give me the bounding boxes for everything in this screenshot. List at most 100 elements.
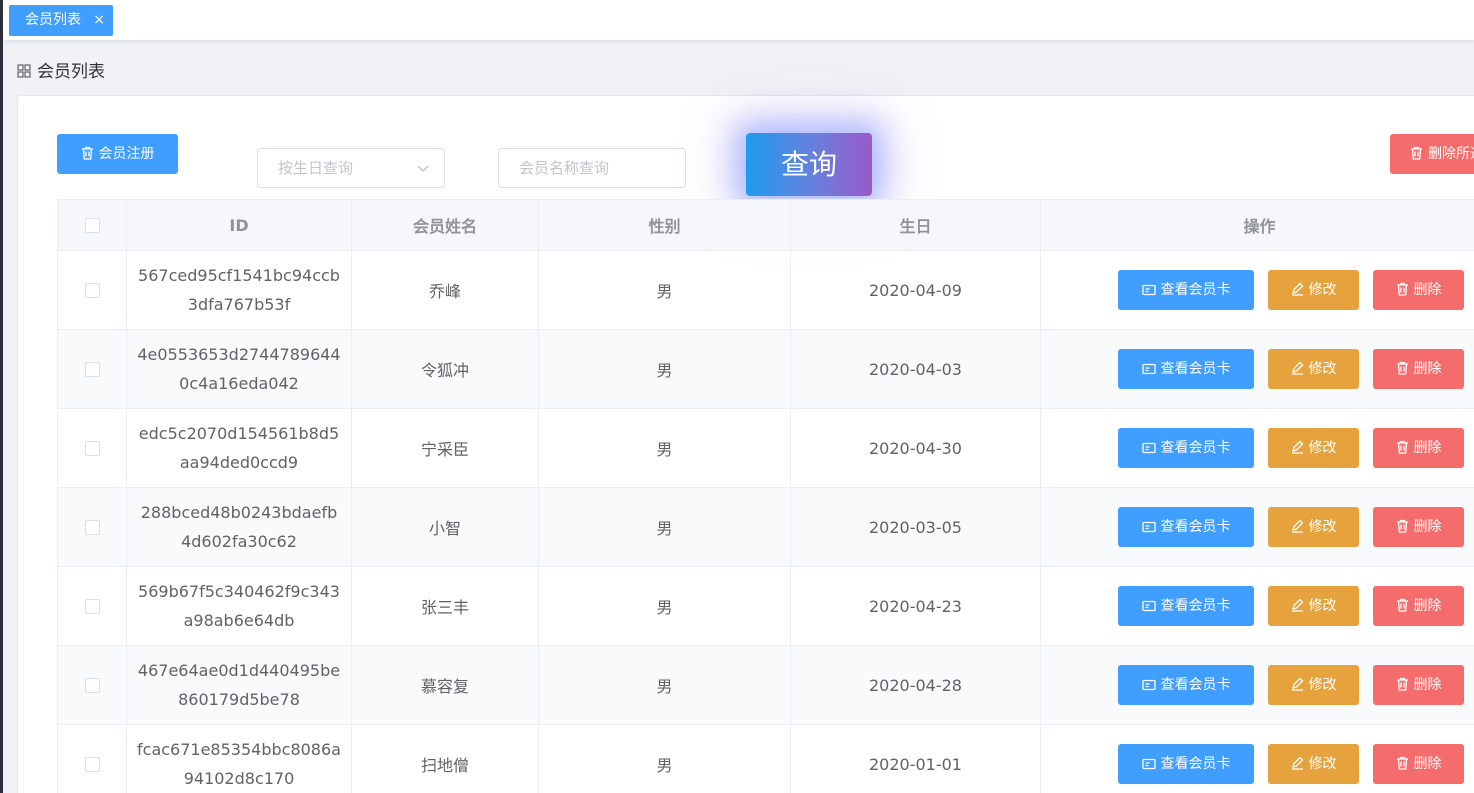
card-icon xyxy=(1141,521,1156,533)
view-member-card-button[interactable]: 查看会员卡 xyxy=(1118,665,1254,705)
edit-button[interactable]: 修改 xyxy=(1268,428,1359,468)
chevron-down-icon xyxy=(417,165,429,173)
table-header-row: ID 会员姓名 性别 生日 操作 xyxy=(58,200,1474,251)
table-row: fcac671e85354bbc8086a94102d8c170 扫地僧 男 2… xyxy=(58,725,1474,793)
row-checkbox[interactable] xyxy=(84,677,100,693)
table-row: 467e64ae0d1d440495be860179d5be78 慕容复 男 2… xyxy=(58,646,1474,725)
view-member-card-button[interactable]: 查看会员卡 xyxy=(1118,270,1254,310)
column-header-birthday[interactable]: 生日 xyxy=(791,200,1041,250)
row-select-cell xyxy=(58,567,127,645)
row-actions: 查看会员卡 修改 删除 xyxy=(1041,646,1474,724)
member-name-search-input[interactable] xyxy=(498,148,686,188)
trash-icon xyxy=(1396,598,1408,612)
column-header-name[interactable]: 会员姓名 xyxy=(352,200,539,250)
edit-button[interactable]: 修改 xyxy=(1268,665,1359,705)
trash-icon xyxy=(1396,440,1408,454)
row-select-cell xyxy=(58,646,127,724)
row-checkbox[interactable] xyxy=(84,361,100,377)
select-all-checkbox[interactable] xyxy=(84,217,100,233)
trash-icon xyxy=(1396,677,1408,691)
card-icon xyxy=(1141,363,1156,375)
member-gender: 男 xyxy=(539,567,791,645)
member-gender: 男 xyxy=(539,330,791,408)
member-id: 4e0553653d27447896440c4a16eda042 xyxy=(127,330,352,408)
member-id: 288bced48b0243bdaefb4d602fa30c62 xyxy=(127,488,352,566)
query-button[interactable]: 查询 xyxy=(746,133,872,196)
row-select-cell xyxy=(58,330,127,408)
card-icon xyxy=(1141,758,1156,770)
table-row: 288bced48b0243bdaefb4d602fa30c62 小智 男 20… xyxy=(58,488,1474,567)
column-header-actions: 操作 xyxy=(1243,217,1276,236)
pencil-icon xyxy=(1291,677,1303,691)
edit-button[interactable]: 修改 xyxy=(1268,586,1359,626)
row-actions: 查看会员卡 修改 删除 xyxy=(1041,567,1474,645)
table-row: 569b67f5c340462f9c343a98ab6e64db 张三丰 男 2… xyxy=(58,567,1474,646)
delete-button[interactable]: 删除 xyxy=(1373,665,1464,705)
delete-button[interactable]: 删除 xyxy=(1373,507,1464,547)
row-checkbox[interactable] xyxy=(84,756,100,772)
close-icon[interactable]: × xyxy=(93,5,105,36)
view-member-card-button[interactable]: 查看会员卡 xyxy=(1118,586,1254,626)
tab-label: 会员列表 xyxy=(25,12,81,28)
member-gender: 男 xyxy=(539,725,791,793)
member-gender: 男 xyxy=(539,646,791,724)
trash-icon xyxy=(1396,519,1408,533)
member-name: 小智 xyxy=(352,488,539,566)
register-member-button[interactable]: 会员注册 xyxy=(57,134,178,174)
row-checkbox[interactable] xyxy=(84,440,100,456)
birthday-select[interactable]: 按生日查询 xyxy=(257,148,445,188)
row-checkbox[interactable] xyxy=(84,282,100,298)
delete-button[interactable]: 删除 xyxy=(1373,270,1464,310)
delete-button[interactable]: 删除 xyxy=(1373,428,1464,468)
member-table: ID 会员姓名 性别 生日 操作 567ced95cf1541bc94ccb3d… xyxy=(57,199,1474,793)
row-actions: 查看会员卡 修改 删除 xyxy=(1041,488,1474,566)
member-birthday: 2020-04-23 xyxy=(791,567,1041,645)
delete-button[interactable]: 删除 xyxy=(1373,349,1464,389)
pencil-icon xyxy=(1291,361,1303,375)
delete-selected-button[interactable]: 删除所选 xyxy=(1390,134,1474,174)
view-member-card-button[interactable]: 查看会员卡 xyxy=(1118,507,1254,547)
row-actions: 查看会员卡 修改 删除 xyxy=(1041,409,1474,487)
row-select-cell xyxy=(58,725,127,793)
card-icon xyxy=(1141,679,1156,691)
member-birthday: 2020-04-03 xyxy=(791,330,1041,408)
pencil-icon xyxy=(1291,440,1303,454)
edit-button[interactable]: 修改 xyxy=(1268,270,1359,310)
member-birthday: 2020-04-30 xyxy=(791,409,1041,487)
table-row: edc5c2070d154561b8d5aa94ded0ccd9 宁采臣 男 2… xyxy=(58,409,1474,488)
member-id: edc5c2070d154561b8d5aa94ded0ccd9 xyxy=(127,409,352,487)
edit-button[interactable]: 修改 xyxy=(1268,349,1359,389)
member-name: 慕容复 xyxy=(352,646,539,724)
member-name: 令狐冲 xyxy=(352,330,539,408)
edit-button[interactable]: 修改 xyxy=(1268,507,1359,547)
member-id: fcac671e85354bbc8086a94102d8c170 xyxy=(127,725,352,793)
table-row: 4e0553653d27447896440c4a16eda042 令狐冲 男 2… xyxy=(58,330,1474,409)
delete-button[interactable]: 删除 xyxy=(1373,744,1464,784)
member-id: 467e64ae0d1d440495be860179d5be78 xyxy=(127,646,352,724)
row-checkbox[interactable] xyxy=(84,598,100,614)
member-id: 567ced95cf1541bc94ccb3dfa767b53f xyxy=(127,251,352,329)
pencil-icon xyxy=(1291,756,1303,770)
page-title: 会员列表 xyxy=(17,60,105,84)
row-actions: 查看会员卡 修改 删除 xyxy=(1041,251,1474,329)
row-checkbox[interactable] xyxy=(84,519,100,535)
view-member-card-button[interactable]: 查看会员卡 xyxy=(1118,744,1254,784)
app-frame: 会员列表 × 会员列表 会员注册 按生日查询 查询 删除所选 xyxy=(0,0,1474,793)
row-actions: 查看会员卡 修改 删除 xyxy=(1041,330,1474,408)
member-birthday: 2020-04-28 xyxy=(791,646,1041,724)
row-select-cell xyxy=(58,409,127,487)
edit-button[interactable]: 修改 xyxy=(1268,744,1359,784)
delete-button[interactable]: 删除 xyxy=(1373,586,1464,626)
column-header-id[interactable]: ID xyxy=(127,200,352,250)
trash-icon xyxy=(1411,146,1422,160)
row-select-cell xyxy=(58,251,127,329)
pencil-icon xyxy=(1291,282,1303,296)
column-header-gender[interactable]: 性别 xyxy=(539,200,791,250)
page-title-text: 会员列表 xyxy=(37,62,105,82)
view-member-card-button[interactable]: 查看会员卡 xyxy=(1118,349,1254,389)
view-member-card-button[interactable]: 查看会员卡 xyxy=(1118,428,1254,468)
trash-icon xyxy=(1396,756,1408,770)
tab-member-list[interactable]: 会员列表 × xyxy=(9,5,113,36)
card-icon xyxy=(1141,600,1156,612)
pencil-icon xyxy=(1291,598,1303,612)
